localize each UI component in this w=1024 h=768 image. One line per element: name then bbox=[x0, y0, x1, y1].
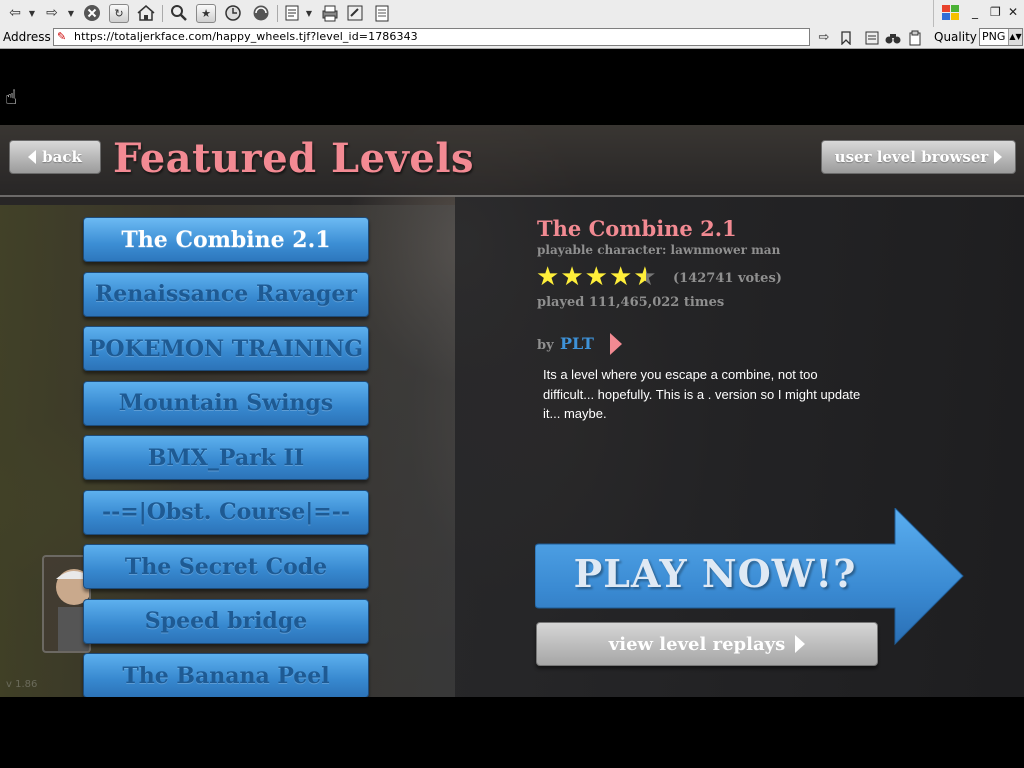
game-area: back Featured Levels user level browser … bbox=[0, 125, 1024, 697]
back-dropdown-icon[interactable]: ▼ bbox=[27, 3, 37, 23]
forward-dropdown-icon[interactable]: ▼ bbox=[66, 3, 76, 23]
page-info-icon[interactable] bbox=[863, 29, 881, 46]
level-character: playable character: lawnmower man bbox=[537, 243, 781, 257]
url-text[interactable]: https://totaljerkface.com/happy_wheels.t… bbox=[74, 30, 418, 43]
back-arrow-icon[interactable]: ⇦ bbox=[6, 3, 24, 23]
address-bar: Address ✎ https://totaljerkface.com/happ… bbox=[0, 27, 1024, 49]
url-field[interactable]: ✎ https://totaljerkface.com/happy_wheels… bbox=[53, 28, 810, 46]
binoculars-icon[interactable] bbox=[884, 29, 902, 46]
level-item[interactable]: POKEMON TRAINING bbox=[83, 326, 369, 371]
notepad-icon[interactable] bbox=[372, 3, 392, 23]
hand-cursor-icon: ☝ bbox=[5, 85, 18, 109]
chevron-right-icon bbox=[795, 635, 806, 653]
level-item[interactable]: Speed bridge bbox=[83, 598, 369, 644]
star-icon: ★ bbox=[584, 262, 608, 292]
play-now-label: PLAY NOW!? bbox=[573, 551, 857, 596]
edit-dropdown-icon[interactable]: ▼ bbox=[304, 3, 314, 23]
restore-icon[interactable]: ❐ bbox=[990, 5, 1001, 19]
user-level-browser-label: user level browser bbox=[834, 148, 989, 166]
level-title: The Combine 2.1 bbox=[537, 216, 737, 241]
level-item[interactable]: --=|Obst. Course|=-- bbox=[83, 489, 369, 535]
star-icon: ★ bbox=[560, 262, 584, 292]
back-button[interactable]: back bbox=[9, 140, 101, 174]
window-controls: _ ❐ ✕ bbox=[933, 0, 1024, 27]
chevron-left-icon bbox=[28, 150, 37, 164]
format-dropdown-icon[interactable]: ▲▼ bbox=[1008, 29, 1022, 45]
stop-icon[interactable] bbox=[82, 3, 102, 23]
level-item[interactable]: BMX_Park II bbox=[83, 435, 369, 480]
browser-toolbar: ⇦ ▼ ⇨ ▼ ↻ ★ ▼ _ ❐ ✕ bbox=[0, 0, 1024, 28]
star-icon: ★ bbox=[536, 262, 560, 292]
level-description: Its a level where you escape a combine, … bbox=[543, 367, 861, 421]
favorites-icon[interactable]: ★ bbox=[196, 4, 216, 23]
half-star-icon: ★ bbox=[633, 262, 657, 292]
format-value: PNG bbox=[982, 30, 1006, 43]
home-icon[interactable] bbox=[135, 3, 157, 23]
page-title: Featured Levels bbox=[113, 135, 475, 182]
play-count: played 111,465,022 times bbox=[537, 295, 725, 310]
toolbar-separator bbox=[162, 5, 163, 22]
level-item[interactable]: The Banana Peel bbox=[83, 653, 369, 697]
bookmark-icon[interactable] bbox=[837, 29, 855, 46]
format-select[interactable]: PNG ▲▼ bbox=[979, 28, 1023, 46]
level-item[interactable]: The Combine 2.1 bbox=[83, 217, 369, 262]
back-button-label: back bbox=[42, 148, 82, 166]
vote-count: (142741 votes) bbox=[673, 271, 782, 286]
view-replays-button[interactable]: view level replays bbox=[536, 622, 878, 666]
version-label: v 1.86 bbox=[6, 679, 38, 690]
level-item[interactable]: Renaissance Ravager bbox=[83, 271, 369, 317]
media-icon[interactable] bbox=[250, 3, 272, 23]
author-name[interactable]: PLT bbox=[560, 334, 594, 353]
go-arrow-icon[interactable]: ⇨ bbox=[815, 29, 833, 46]
close-icon[interactable]: ✕ bbox=[1008, 5, 1018, 19]
address-label: Address bbox=[3, 30, 51, 44]
star-icon: ★ bbox=[608, 262, 633, 292]
refresh-icon[interactable]: ↻ bbox=[109, 4, 129, 23]
windows-logo-icon bbox=[942, 5, 959, 20]
edit-page-icon[interactable] bbox=[283, 3, 303, 23]
forward-arrow-icon[interactable]: ⇨ bbox=[43, 3, 61, 23]
level-item[interactable]: The Secret Code bbox=[83, 544, 369, 589]
history-icon[interactable] bbox=[222, 3, 244, 23]
view-replays-label: view level replays bbox=[608, 633, 786, 655]
level-item[interactable]: Mountain Swings bbox=[83, 380, 369, 426]
author-by-label: by bbox=[537, 338, 554, 353]
clipboard-icon[interactable] bbox=[906, 29, 924, 46]
print-icon[interactable] bbox=[319, 3, 341, 23]
minimize-icon[interactable]: _ bbox=[972, 5, 978, 19]
user-level-browser-button[interactable]: user level browser bbox=[821, 140, 1016, 174]
page-icon: ✎ bbox=[57, 30, 67, 43]
author-arrow-icon[interactable] bbox=[610, 333, 622, 355]
toolbar-separator bbox=[277, 5, 278, 22]
quality-label: Quality bbox=[934, 30, 977, 44]
search-icon[interactable] bbox=[168, 3, 190, 23]
chevron-right-icon bbox=[994, 150, 1003, 164]
rating-stars: ★ ★ ★ ★ ★ bbox=[536, 264, 657, 290]
discuss-icon[interactable] bbox=[345, 3, 365, 23]
